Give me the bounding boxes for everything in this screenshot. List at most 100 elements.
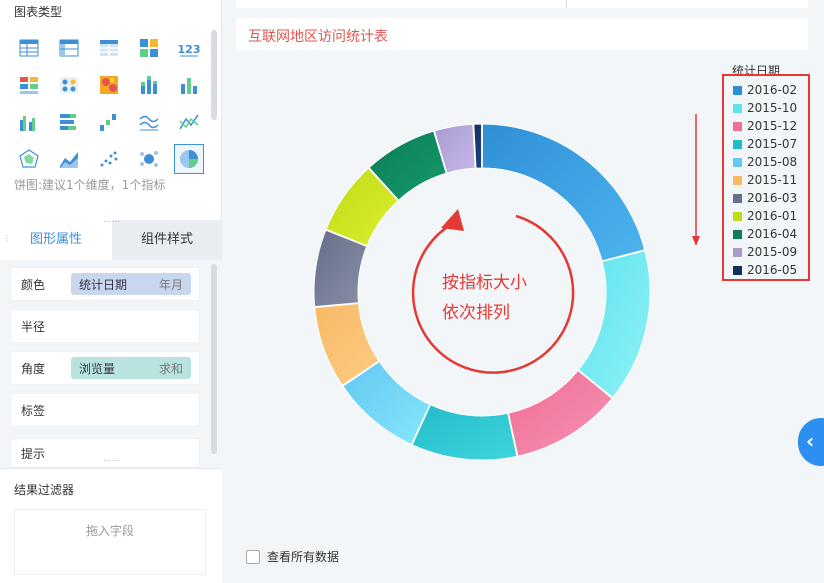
pie-chart-icon: [180, 150, 198, 168]
tab-graph-properties[interactable]: 图形属性: [0, 220, 112, 260]
properties-area: 颜色 统计日期 年月 半径 角度 浏览量 求和 标签 提示 ⋯⋯: [0, 260, 222, 468]
horizontal-bar-icon: [60, 114, 76, 130]
report-title[interactable]: 互联网地区访问统计表: [248, 26, 388, 46]
chart-type-color-block[interactable]: [134, 33, 164, 63]
prop-row-radius[interactable]: 半径: [10, 309, 200, 343]
chart-type-title: 图表类型: [14, 5, 63, 19]
legend-item[interactable]: 2015-08: [733, 153, 797, 171]
legend-item[interactable]: 2015-09: [733, 243, 797, 261]
chart-type-horizontal-bar[interactable]: [54, 107, 84, 137]
waterfall-icon: [100, 114, 116, 131]
chart-type-cross-table[interactable]: [54, 33, 84, 63]
chart-type-dot-table[interactable]: [54, 70, 84, 100]
annotation-text: 按指标大小 依次排列: [442, 268, 527, 328]
prop-label-angle: 角度: [21, 361, 46, 376]
chart-type-bubble[interactable]: [134, 144, 164, 174]
legend-item[interactable]: 2016-02: [733, 81, 797, 99]
legend-swatch: [733, 157, 742, 167]
legend-item[interactable]: 2015-10: [733, 99, 797, 117]
chart-type-detail-table[interactable]: [94, 33, 124, 63]
legend-item[interactable]: 2016-04: [733, 225, 797, 243]
chart-type-line-chart[interactable]: [134, 107, 164, 137]
chart-type-stacked-bar[interactable]: [134, 70, 164, 100]
legend-label: 2015-09: [747, 245, 798, 259]
chart-type-area-chart[interactable]: [54, 144, 84, 174]
chart-type-heatmap[interactable]: [94, 70, 124, 100]
legend-label: 2016-05: [747, 263, 798, 277]
top-toolbar: [236, 0, 808, 8]
legend-label: 2016-02: [747, 83, 798, 97]
legend-swatch: [733, 139, 742, 149]
chart-type-grouped-bar[interactable]: [14, 107, 44, 137]
filter-title: 结果过滤器: [14, 483, 75, 497]
annotation-arrowhead: [441, 209, 464, 231]
prop-label-radius: 半径: [21, 319, 46, 334]
legend-swatch: [733, 265, 742, 275]
legend-label: 2015-10: [747, 101, 798, 115]
legend-swatch: [733, 229, 742, 239]
tabs-drag-handle[interactable]: ⋮: [3, 235, 12, 243]
chart-type-bar-chart[interactable]: [174, 70, 204, 100]
property-tabs: 图形属性 组件样式 ⋮: [0, 220, 222, 260]
annotation-line-2: 依次排列: [442, 303, 510, 323]
detail-table-icon: [100, 40, 118, 56]
number-kpi-icon: 123: [178, 43, 200, 57]
table-icon: [19, 39, 39, 57]
show-all-data-checkbox[interactable]: 查看所有数据: [246, 548, 339, 565]
legend-swatch: [733, 175, 742, 185]
angle-field-agg: 求和: [158, 361, 183, 376]
chart-type-number-kpi[interactable]: 123: [174, 33, 204, 63]
splitter-handle-top[interactable]: ⋯⋯: [103, 218, 121, 226]
chevron-left-icon: ‹: [806, 429, 815, 453]
donut-slice-2015-07[interactable]: [411, 404, 518, 461]
legend-item[interactable]: 2016-03: [733, 189, 797, 207]
legend-item[interactable]: 2016-01: [733, 207, 797, 225]
donut-slice-2016-02[interactable]: [481, 123, 646, 262]
svg-text:123: 123: [178, 43, 200, 56]
chart-type-scrollbar[interactable]: [211, 30, 217, 120]
line-chart-icon: [139, 115, 159, 131]
stacked-bar-icon: [141, 76, 157, 94]
toolbar-divider: [566, 0, 567, 8]
properties-scrollbar[interactable]: [211, 264, 217, 454]
heatmap-icon: [100, 76, 118, 94]
legend-swatch: [733, 247, 742, 257]
legend-swatch: [733, 121, 742, 131]
color-field-agg: 年月: [158, 277, 183, 292]
line-compare-icon: [179, 114, 199, 130]
angle-field-pill[interactable]: 浏览量 求和: [71, 357, 191, 379]
tab-component-style[interactable]: 组件样式: [112, 220, 222, 260]
prop-row-color[interactable]: 颜色 统计日期 年月: [10, 267, 200, 301]
legend-label: 2016-03: [747, 191, 798, 205]
angle-field-name: 浏览量: [79, 361, 116, 376]
legend-label: 2015-11: [747, 173, 798, 187]
chart-type-waterfall[interactable]: [94, 107, 124, 137]
splitter-handle-bottom[interactable]: ⋯⋯: [103, 457, 121, 465]
chart-type-pie-chart[interactable]: [174, 144, 204, 174]
chart-type-scatter[interactable]: [94, 144, 124, 174]
prop-row-label[interactable]: 标签: [10, 393, 200, 427]
filter-drop-zone[interactable]: 拖入字段: [14, 509, 206, 575]
checkbox-box[interactable]: [246, 549, 260, 564]
legend-item[interactable]: 2015-07: [733, 135, 797, 153]
dot-table-icon: [60, 77, 78, 93]
scatter-icon: [100, 151, 118, 167]
legend-item[interactable]: 2016-05: [733, 261, 797, 279]
legend-swatch: [733, 193, 742, 203]
donut-slice-2015-10[interactable]: [577, 250, 651, 399]
chart-type-line-compare[interactable]: [174, 107, 204, 137]
report-title-bar: 互联网地区访问统计表: [236, 18, 808, 50]
chart-type-table[interactable]: [14, 33, 44, 63]
chart-type-radar[interactable]: [14, 144, 44, 174]
color-field-pill[interactable]: 统计日期 年月: [71, 273, 191, 295]
color-block-icon: [140, 39, 158, 57]
legend-item[interactable]: 2015-11: [733, 171, 797, 189]
prop-row-angle[interactable]: 角度 浏览量 求和: [10, 351, 200, 385]
legend-item[interactable]: 2015-12: [733, 117, 797, 135]
chart-type-text-kpi[interactable]: [14, 70, 44, 100]
legend-label: 2015-08: [747, 155, 798, 169]
show-all-data-label: 查看所有数据: [267, 550, 340, 564]
legend-label: 2015-12: [747, 119, 798, 133]
legend-swatch: [733, 211, 742, 221]
chart-hint: 饼图:建议1个维度，1个指标: [14, 178, 166, 192]
